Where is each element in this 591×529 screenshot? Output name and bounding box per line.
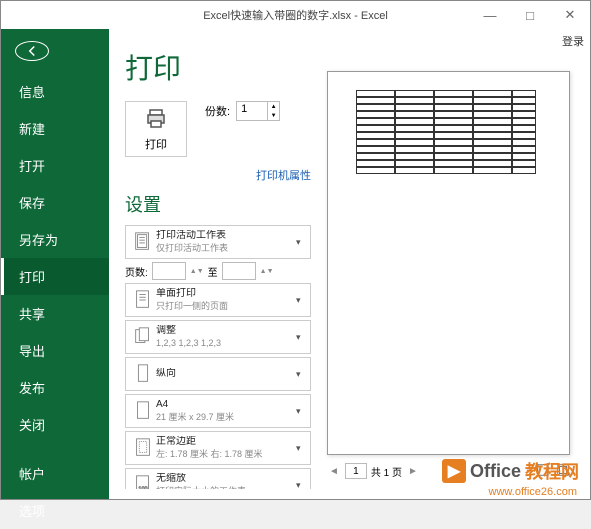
pages-from-input[interactable] bbox=[152, 262, 186, 280]
page-number-input[interactable] bbox=[345, 463, 367, 479]
sidebar-item-options[interactable]: 选项 bbox=[1, 492, 109, 529]
sidebar-item-info[interactable]: 信息 bbox=[1, 73, 109, 110]
collate-icon bbox=[130, 324, 156, 350]
logo-icon: ▶ bbox=[442, 459, 466, 483]
page-total-label: 共 1 页 bbox=[371, 464, 402, 479]
titlebar: Excel快速输入带圈的数字.xlsx - Excel ― □ ✕ bbox=[1, 1, 590, 29]
chevron-down-icon: ▾ bbox=[296, 443, 306, 454]
print-preview: ◄ 共 1 页 ► bbox=[311, 47, 576, 489]
pages-to-label: 至 bbox=[208, 264, 218, 279]
copies-down[interactable]: ▼ bbox=[267, 111, 279, 120]
chevron-down-icon: ▾ bbox=[296, 406, 306, 417]
pages-range-row: 页数: ▲▼ 至 ▲▼ bbox=[125, 262, 311, 280]
spinner-icon: ▲▼ bbox=[190, 268, 204, 275]
preview-page bbox=[327, 71, 570, 455]
sidebar-item-close[interactable]: 关闭 bbox=[1, 406, 109, 443]
chevron-down-icon: ▾ bbox=[296, 480, 306, 490]
back-button[interactable] bbox=[15, 41, 49, 61]
copies-spinner[interactable]: 1 ▲ ▼ bbox=[236, 101, 280, 121]
sidebar-item-saveas[interactable]: 另存为 bbox=[1, 221, 109, 258]
printer-properties-link[interactable]: 打印机属性 bbox=[125, 167, 311, 183]
sidebar-item-publish[interactable]: 发布 bbox=[1, 369, 109, 406]
setting-margins[interactable]: 正常边距左: 1.78 厘米 右: 1.78 厘米 ▾ bbox=[125, 431, 311, 465]
setting-print-sheets[interactable]: 打印活动工作表仅打印活动工作表 ▾ bbox=[125, 225, 311, 259]
prev-page-button[interactable]: ◄ bbox=[327, 466, 341, 477]
sidebar-item-export[interactable]: 导出 bbox=[1, 332, 109, 369]
page-title: 打印 bbox=[125, 47, 311, 87]
watermark-url: www.office26.com bbox=[489, 486, 577, 498]
minimize-button[interactable]: ― bbox=[470, 1, 510, 29]
chevron-down-icon: ▾ bbox=[296, 332, 306, 343]
sidebar-item-new[interactable]: 新建 bbox=[1, 110, 109, 147]
close-button[interactable]: ✕ bbox=[550, 1, 590, 29]
copies-label: 份数: bbox=[205, 103, 230, 119]
svg-text:100: 100 bbox=[138, 487, 147, 490]
watermark: ▶ Office教程网 bbox=[442, 458, 579, 484]
pages-label: 页数: bbox=[125, 264, 148, 279]
print-button[interactable]: 打印 bbox=[125, 101, 187, 157]
copies-value[interactable]: 1 bbox=[237, 102, 267, 120]
page-icon bbox=[130, 287, 156, 313]
setting-collate[interactable]: 调整1,2,3 1,2,3 1,2,3 ▾ bbox=[125, 320, 311, 354]
sidebar-item-open[interactable]: 打开 bbox=[1, 147, 109, 184]
sidebar-item-share[interactable]: 共享 bbox=[1, 295, 109, 332]
login-link[interactable]: 登录 bbox=[562, 33, 584, 49]
chevron-down-icon: ▾ bbox=[296, 369, 306, 380]
print-settings-panel: 打印 打印 份数: 1 ▲ ▼ bbox=[125, 47, 311, 489]
sidebar-item-account[interactable]: 帐户 bbox=[1, 455, 109, 492]
backstage-sidebar: 信息 新建 打开 保存 另存为 打印 共享 导出 发布 关闭 帐户 选项 bbox=[1, 29, 109, 499]
setting-orientation[interactable]: 纵向 ▾ bbox=[125, 357, 311, 391]
app-window: Excel快速输入带圈的数字.xlsx - Excel ― □ ✕ 登录 信息 … bbox=[0, 0, 591, 500]
preview-table bbox=[356, 90, 536, 174]
scale-icon: 100 bbox=[130, 472, 156, 489]
printer-icon bbox=[142, 107, 170, 134]
chevron-down-icon: ▾ bbox=[296, 295, 306, 306]
sidebar-item-print[interactable]: 打印 bbox=[1, 258, 109, 295]
setting-simplex[interactable]: 单面打印只打印一侧的页面 ▾ bbox=[125, 283, 311, 317]
margins-icon bbox=[130, 435, 156, 461]
settings-title: 设置 bbox=[125, 191, 311, 217]
setting-paper-size[interactable]: A421 厘米 x 29.7 厘米 ▾ bbox=[125, 394, 311, 428]
paper-icon bbox=[130, 398, 156, 424]
spinner-icon: ▲▼ bbox=[260, 268, 274, 275]
next-page-button[interactable]: ► bbox=[406, 466, 420, 477]
copies-up[interactable]: ▲ bbox=[267, 102, 279, 111]
maximize-button[interactable]: □ bbox=[510, 1, 550, 29]
chevron-down-icon: ▾ bbox=[296, 237, 306, 248]
setting-scaling[interactable]: 100 无缩放打印实际大小的工作表 ▾ bbox=[125, 468, 311, 489]
pages-to-input[interactable] bbox=[222, 262, 256, 280]
portrait-icon bbox=[130, 361, 156, 387]
print-button-label: 打印 bbox=[145, 136, 167, 152]
sheets-icon bbox=[130, 229, 156, 255]
sidebar-item-save[interactable]: 保存 bbox=[1, 184, 109, 221]
